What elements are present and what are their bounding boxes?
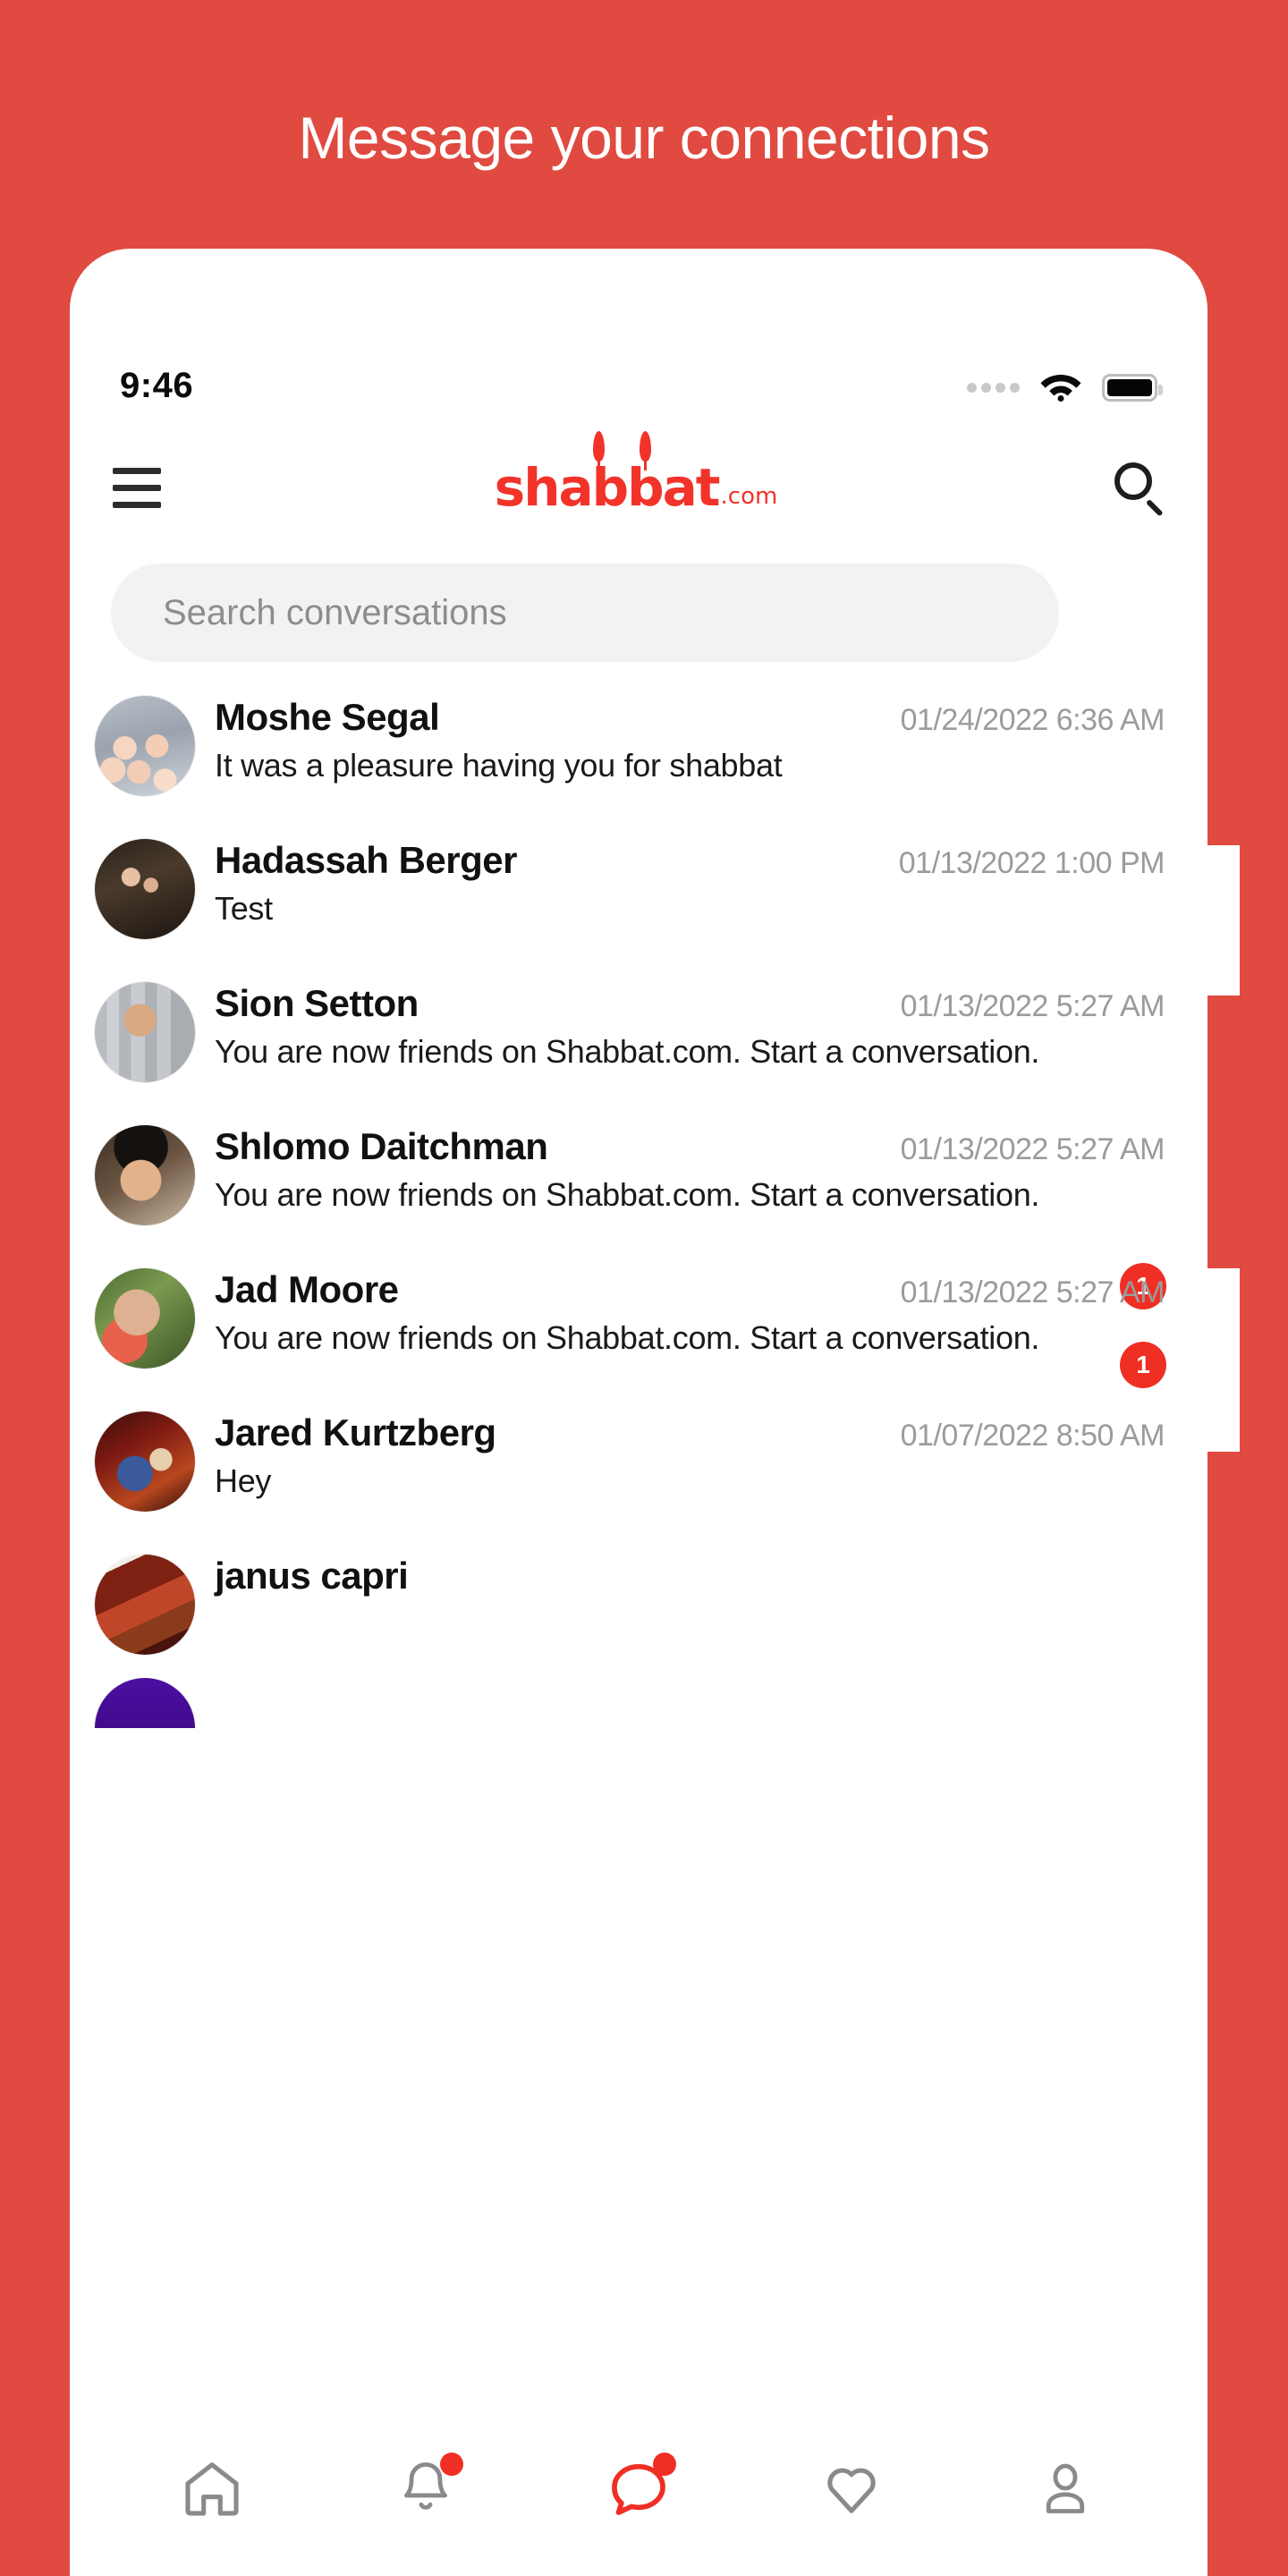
- avatar[interactable]: [95, 696, 195, 796]
- contact-name: Hadassah Berger: [215, 839, 518, 881]
- message-timestamp: 01/13/2022 1:00 PM: [898, 846, 1165, 880]
- message-timestamp: 01/07/2022 8:50 AM: [900, 1419, 1165, 1453]
- search-input[interactable]: [163, 592, 1007, 633]
- conversation-row[interactable]: Moshe Segal 01/24/2022 6:36 AM It was a …: [70, 676, 1208, 819]
- conversation-header: Jad Moore 01/13/2022 5:27 AM: [215, 1268, 1165, 1310]
- search-conversations-field[interactable]: [111, 564, 1059, 662]
- hamburger-menu-icon[interactable]: [113, 467, 161, 508]
- conversation-row[interactable]: Sion Setton 01/13/2022 5:27 AM You are n…: [70, 962, 1208, 1106]
- conversation-row[interactable]: Jad Moore 01/13/2022 5:27 AM You are now…: [70, 1249, 1208, 1392]
- conversation-header: Sion Setton 01/13/2022 5:27 AM: [215, 982, 1165, 1024]
- contact-name: Jad Moore: [215, 1268, 399, 1310]
- tab-profile[interactable]: [1022, 2445, 1108, 2531]
- conversation-list[interactable]: Moshe Segal 01/24/2022 6:36 AM It was a …: [70, 676, 1208, 2424]
- conversation-row[interactable]: [70, 1678, 1208, 1728]
- contact-name: Shlomo Daitchman: [215, 1125, 548, 1167]
- conversation-body: Sion Setton 01/13/2022 5:27 AM You are n…: [215, 977, 1165, 1072]
- tab-home[interactable]: [169, 2445, 255, 2531]
- candle-flame-icon: [592, 431, 605, 462]
- conversation-header: janus capri: [215, 1555, 1165, 1597]
- logo-domain-suffix: .com: [720, 483, 778, 510]
- candle-wick-icon: [643, 458, 647, 470]
- status-bar: 9:46: [70, 249, 1208, 436]
- message-preview: You are now friends on Shabbat.com. Star…: [215, 1176, 1040, 1214]
- conversation-body: Jared Kurtzberg 01/07/2022 8:50 AM Hey: [215, 1406, 1165, 1502]
- notification-dot-badge: [439, 2453, 463, 2476]
- search-icon-ring: [1114, 462, 1152, 500]
- avatar[interactable]: [95, 1411, 195, 1512]
- conversation-header: Moshe Segal 01/24/2022 6:36 AM: [215, 696, 1165, 738]
- avatar[interactable]: [95, 1125, 195, 1225]
- logo-wordmark: shabbat: [494, 457, 721, 518]
- contact-name: janus capri: [215, 1555, 409, 1597]
- heart-icon: [819, 2456, 884, 2521]
- conversation-body: janus capri: [215, 1549, 1165, 1597]
- avatar[interactable]: [95, 839, 195, 939]
- conversation-header: Shlomo Daitchman 01/13/2022 5:27 AM: [215, 1125, 1165, 1167]
- conversation-row[interactable]: Hadassah Berger 01/13/2022 1:00 PM Test: [70, 819, 1208, 962]
- conversation-body: Hadassah Berger 01/13/2022 1:00 PM Test: [215, 834, 1165, 929]
- page-title: Message your connections: [298, 105, 990, 171]
- message-timestamp: 01/13/2022 5:27 AM: [900, 989, 1165, 1023]
- contact-name: Moshe Segal: [215, 696, 440, 738]
- tab-notifications[interactable]: [383, 2445, 469, 2531]
- messages-dot-badge: [652, 2453, 676, 2476]
- battery-full-icon: [1102, 374, 1163, 402]
- unread-count-badge: 1: [1120, 1342, 1166, 1388]
- conversation-header: Hadassah Berger 01/13/2022 1:00 PM: [215, 839, 1165, 881]
- conversation-body: Shlomo Daitchman 01/13/2022 5:27 AM You …: [215, 1120, 1165, 1216]
- conversation-body: Moshe Segal 01/24/2022 6:36 AM It was a …: [215, 691, 1165, 786]
- signal-dots-icon: [967, 383, 1020, 393]
- phone-frame: 9:46 shabbat .com Search conversations M…: [70, 249, 1208, 2576]
- phone-side-button-upper: [1208, 845, 1240, 996]
- contact-name: Jared Kurtzberg: [215, 1411, 496, 1453]
- shabbat-logo[interactable]: shabbat .com: [494, 431, 778, 518]
- message-preview: You are now friends on Shabbat.com. Star…: [215, 1033, 1040, 1071]
- message-preview: Test: [215, 890, 273, 928]
- bottom-tab-bar: [70, 2424, 1208, 2576]
- conversation-row[interactable]: Jared Kurtzberg 01/07/2022 8:50 AM Hey: [70, 1392, 1208, 1535]
- message-timestamp: 01/13/2022 5:27 AM: [900, 1275, 1165, 1309]
- status-bar-clock: 9:46: [120, 366, 194, 405]
- candle-wick-icon: [597, 458, 600, 470]
- message-preview: It was a pleasure having you for shabbat: [215, 747, 783, 784]
- conversation-body: Jad Moore 01/13/2022 5:27 AM You are now…: [215, 1263, 1165, 1359]
- home-icon: [180, 2456, 244, 2521]
- candle-flame-icon: [639, 431, 651, 462]
- message-preview: You are now friends on Shabbat.com. Star…: [215, 1319, 1040, 1357]
- avatar[interactable]: [95, 982, 195, 1082]
- message-preview: Hey: [215, 1462, 272, 1500]
- avatar[interactable]: [95, 1268, 195, 1368]
- conversation-row[interactable]: janus capri: [70, 1535, 1208, 1678]
- message-timestamp: 01/24/2022 6:36 AM: [900, 703, 1165, 737]
- search-icon-handle: [1145, 498, 1164, 517]
- search-icon[interactable]: [1111, 461, 1165, 517]
- person-icon: [1035, 2456, 1096, 2521]
- message-timestamp: 01/13/2022 5:27 AM: [900, 1132, 1165, 1166]
- app-header: shabbat .com: [70, 431, 1208, 537]
- contact-name: Sion Setton: [215, 982, 419, 1024]
- avatar[interactable]: [95, 1555, 195, 1655]
- conversation-row[interactable]: Shlomo Daitchman 01/13/2022 5:27 AM You …: [70, 1106, 1208, 1309]
- tab-messages[interactable]: [596, 2445, 682, 2531]
- wifi-icon: [1039, 369, 1082, 406]
- tab-favorites[interactable]: [809, 2445, 894, 2531]
- conversation-header: Jared Kurtzberg 01/07/2022 8:50 AM: [215, 1411, 1165, 1453]
- status-bar-icons: [967, 369, 1163, 406]
- avatar[interactable]: [95, 1678, 195, 1728]
- phone-side-button-lower: [1208, 1268, 1240, 1452]
